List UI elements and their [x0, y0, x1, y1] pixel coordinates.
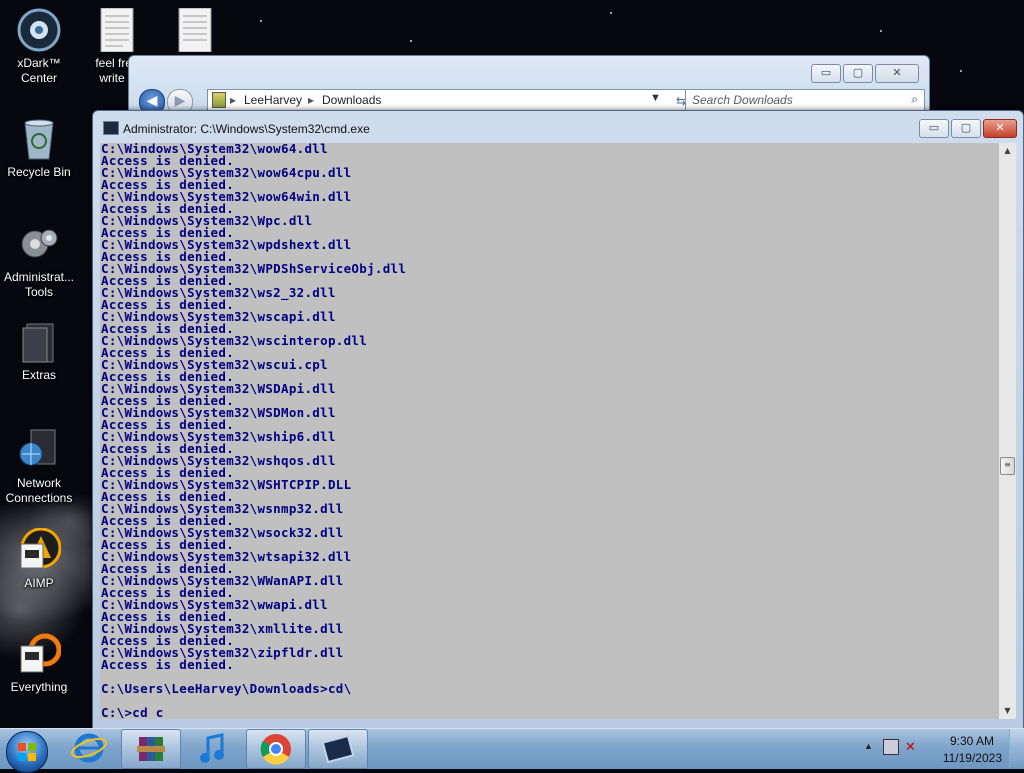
desktop-icon-aimp[interactable]: AIMP: [0, 527, 78, 591]
taskbar-itunes[interactable]: [184, 729, 242, 767]
cmd-caption-buttons: ▭ ▢ ✕: [919, 119, 1017, 138]
desktop-icon-label: Extras: [21, 368, 56, 382]
console-line: C:\Users\LeeHarvey\Downloads>cd\: [101, 681, 352, 696]
desktop-icon-label: AIMP: [24, 576, 54, 590]
console-line: C:\Windows\System32\WSHTCPIP.DLL: [101, 477, 352, 492]
console-line: C:\Windows\System32\WSDApi.dll: [101, 381, 336, 396]
console-line: C:\Windows\System32\wscui.cpl: [101, 357, 328, 372]
volume-muted-icon[interactable]: ✕: [905, 739, 916, 755]
clock-date[interactable]: 11/19/2023: [943, 751, 1002, 765]
console-line: C:\Windows\System32\wtsapi32.dll: [101, 549, 352, 564]
vertical-scrollbar[interactable]: ▲ ≡ ▼: [998, 143, 1016, 719]
window-title: Administrator: C:\Windows\System32\cmd.e…: [123, 122, 370, 136]
desktop-icon-network-connections[interactable]: Network Connections: [0, 428, 78, 506]
console-line: C:\Windows\System32\wow64win.dll: [101, 189, 352, 204]
system-tray: ▲ ✕ 9:30 AM 11/19/2023: [859, 729, 1024, 767]
console-line: C:\Windows\System32\ws2_32.dll: [101, 285, 336, 300]
breadcrumb-item[interactable]: LeeHarvey: [244, 93, 302, 107]
console-line: Access is denied.: [101, 657, 235, 672]
taskbar-winrar[interactable]: [121, 729, 181, 769]
desktop-icon-label: xDark™ Center: [17, 56, 61, 85]
cmd-icon: [321, 734, 355, 764]
console-line: C:\Windows\System32\Wpc.dll: [101, 213, 313, 228]
chrome-icon: [260, 734, 291, 765]
folder-icon: [212, 92, 226, 108]
cmd-maximize-button[interactable]: ▢: [951, 119, 981, 138]
taskbar-cmd[interactable]: [308, 729, 368, 769]
console-line: C:\Windows\System32\WPDShServiceObj.dll: [101, 261, 407, 276]
console-line: C:\Windows\System32\wsock32.dll: [101, 525, 344, 540]
winrar-icon: [137, 737, 165, 761]
search-placeholder: Search Downloads: [692, 93, 793, 107]
console-output[interactable]: C:\Windows\System32\wow64.dll Access is d…: [100, 143, 998, 719]
cmd-minimize-button[interactable]: ▭: [919, 119, 949, 138]
console-line: C:\Windows\System32\wscinterop.dll: [101, 333, 368, 348]
ie-icon: [70, 733, 108, 763]
clock-time[interactable]: 9:30 AM: [950, 734, 994, 748]
windows-logo-icon: [18, 743, 36, 761]
xdark-orb-icon: [17, 8, 61, 52]
desktop-icon-label: Administrat... Tools: [3, 270, 75, 299]
explorer-minimize-button[interactable]: ▭: [811, 64, 841, 83]
desktop-icon-label: Everything: [10, 680, 68, 694]
desktop-icon-label: Recycle Bin: [7, 165, 71, 179]
recycle-bin-icon: [17, 117, 61, 161]
text-document-icon: [173, 7, 217, 53]
cmd-icon: [103, 121, 119, 135]
breadcrumb-separator-icon: ▸: [308, 93, 315, 107]
desktop-icon-text-document-2[interactable]: [156, 7, 234, 56]
desktop-icon-label: Network Connections: [5, 476, 73, 505]
cmd-close-button[interactable]: ✕: [983, 119, 1017, 138]
taskbar-internet-explorer[interactable]: [60, 729, 118, 767]
chevron-down-icon[interactable]: ▼: [650, 92, 661, 104]
text-document-icon: [95, 7, 139, 53]
desktop-icon-xdark-center[interactable]: xDark™ Center: [0, 8, 78, 86]
everything-search-icon: [17, 632, 62, 676]
music-note-icon: [200, 733, 224, 763]
console-line: C:\Windows\System32\wship6.dll: [101, 429, 336, 444]
taskbar-chrome[interactable]: [246, 729, 306, 769]
console-line: C:\Windows\System32\wpdshext.dll: [101, 237, 352, 252]
console-line: C:\Windows\System32\wshqos.dll: [101, 453, 336, 468]
network-status-icon[interactable]: [883, 739, 899, 755]
scroll-down-arrow-icon[interactable]: ▼: [999, 703, 1016, 719]
explorer-caption-buttons: ▭ ▢ ✕: [811, 64, 919, 83]
breadcrumb-item[interactable]: Downloads: [322, 93, 381, 107]
show-desktop-button[interactable]: [1009, 729, 1024, 767]
start-button[interactable]: [6, 731, 48, 773]
console-line: C:\Windows\System32\wscapi.dll: [101, 309, 336, 324]
console-line: C:\Windows\System32\wow64.dll: [101, 143, 328, 156]
breadcrumb-separator-icon: ▸: [230, 93, 237, 107]
network-icon: [17, 428, 61, 472]
explorer-close-button[interactable]: ✕: [875, 64, 919, 83]
console-line: C:\Windows\System32\wow64cpu.dll: [101, 165, 352, 180]
search-icon: ⌕: [911, 92, 918, 106]
desktop-icon-everything[interactable]: Everything: [0, 632, 78, 695]
desktop-icon-recycle-bin[interactable]: Recycle Bin: [0, 117, 78, 180]
console-line: C:\Windows\System32\wwapi.dll: [101, 597, 328, 612]
explorer-maximize-button[interactable]: ▢: [843, 64, 873, 83]
console-line: C:\Windows\System32\WWanAPI.dll: [101, 573, 344, 588]
console-line: C:\Windows\System32\WSDMon.dll: [101, 405, 336, 420]
console-line: C:\Windows\System32\wsnmp32.dll: [101, 501, 344, 516]
admin-tools-icon: [17, 222, 61, 266]
cmd-titlebar[interactable]: Administrator: C:\Windows\System32\cmd.e…: [93, 111, 1023, 143]
folder-icon: [17, 320, 61, 364]
desktop-icon-admin-tools[interactable]: Administrat... Tools: [0, 222, 78, 300]
cmd-window[interactable]: Administrator: C:\Windows\System32\cmd.e…: [92, 110, 1024, 730]
aimp-icon: [17, 527, 62, 572]
console-line: C:\>cd c: [101, 705, 164, 719]
scrollbar-thumb[interactable]: ≡: [1000, 457, 1015, 475]
scroll-up-arrow-icon[interactable]: ▲: [999, 143, 1016, 159]
console-line: C:\Windows\System32\xmllite.dll: [101, 621, 344, 636]
console-line: C:\Windows\System32\zipfldr.dll: [101, 645, 344, 660]
desktop-icon-extras[interactable]: Extras: [0, 320, 78, 383]
show-hidden-icons-icon[interactable]: ▲: [864, 741, 873, 751]
